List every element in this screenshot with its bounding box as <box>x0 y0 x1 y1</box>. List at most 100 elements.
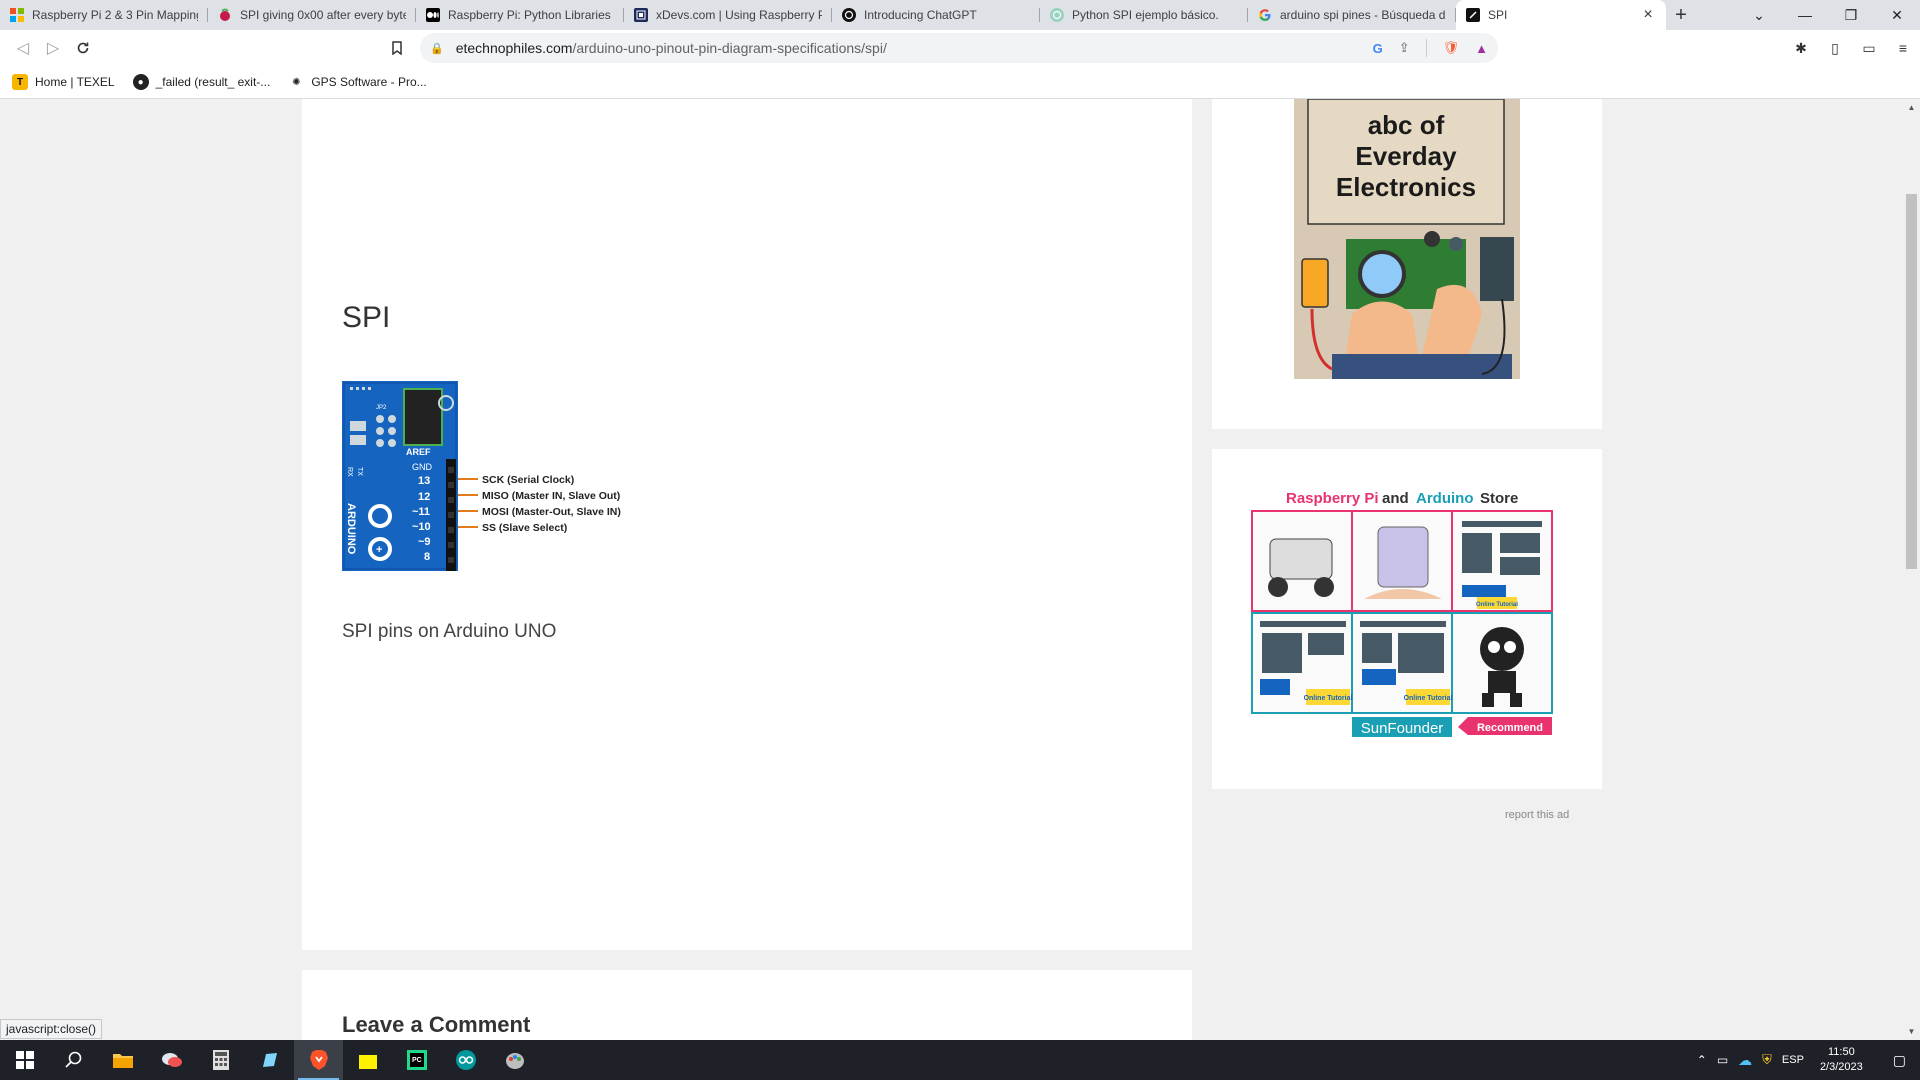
tab-search-icon[interactable]: ⌄ <box>1736 0 1782 30</box>
tray-chevron-icon[interactable]: ⌃ <box>1697 1053 1707 1067</box>
brave-shields-icon[interactable]: 🛡 <box>1443 40 1460 56</box>
windows-taskbar: PC ⌃ ▭ ☁ ⛨ ESP 11:50 2/3/2023 ▢ <box>0 1040 1920 1080</box>
ad2-title-arduino: Arduino <box>1416 490 1474 507</box>
defender-icon[interactable]: ⛨ <box>1762 1052 1772 1068</box>
back-button[interactable]: ◁ <box>8 33 38 63</box>
pen-tablet-icon <box>262 1053 277 1067</box>
pin-9-label: ~9 <box>418 536 431 548</box>
taskbar-sticky-notes[interactable] <box>343 1040 392 1080</box>
pin-8-label: 8 <box>424 551 430 563</box>
wallet-icon[interactable]: ▭ <box>1852 40 1886 57</box>
tab-raspberry-pin-mapping[interactable]: Raspberry Pi 2 & 3 Pin Mapping <box>0 0 208 30</box>
comment-section: Leave a Comment <box>302 970 1192 1040</box>
svg-text:+: + <box>376 544 382 556</box>
tab-title: SPI <box>1488 8 1508 22</box>
restore-button[interactable]: ❐ <box>1828 0 1874 30</box>
tab-spi-active[interactable]: SPI × <box>1456 0 1666 30</box>
close-window-button[interactable]: ✕ <box>1874 0 1920 30</box>
taskbar-app-2[interactable] <box>245 1040 294 1080</box>
search-icon <box>64 1051 81 1068</box>
raspberry-icon <box>218 8 232 22</box>
bookmark-home-texel[interactable]: T Home | TEXEL <box>12 74 115 90</box>
google-lens-icon[interactable]: G <box>1373 41 1383 56</box>
sidebar-icon[interactable]: ▯ <box>1818 40 1852 57</box>
taskbar-calculator[interactable] <box>196 1040 245 1080</box>
bookmark-gps-software[interactable]: ✺ GPS Software - Pro... <box>288 74 427 90</box>
share-icon[interactable]: ⇪ <box>1399 40 1410 56</box>
taskbar-brave[interactable] <box>294 1040 343 1080</box>
paint-palette-icon <box>505 1053 524 1069</box>
taskbar-app-1[interactable] <box>147 1040 196 1080</box>
page-scrollbar[interactable]: ▲ ▼ <box>1903 99 1920 1040</box>
article-card: SPI JP2 AREF GND 13 12 ~11 ~10 ~9 8 RX T… <box>302 99 1192 950</box>
pin-11-label: ~11 <box>412 506 430 518</box>
bookmarks-bar: T Home | TEXEL ● _failed (result_ exit-.… <box>0 66 1920 99</box>
pin-10-label: ~10 <box>412 521 431 533</box>
tab-title: Raspberry Pi 2 & 3 Pin Mapping <box>32 8 198 22</box>
new-tab-button[interactable]: + <box>1666 0 1696 30</box>
scroll-down-arrow-icon[interactable]: ▼ <box>1903 1027 1920 1036</box>
page-title: SPI <box>342 301 391 334</box>
board-gnd-label: GND <box>412 462 433 472</box>
taskbar-arduino[interactable] <box>441 1040 490 1080</box>
leave-comment-heading: Leave a Comment <box>342 1012 531 1037</box>
arduino-board-label: ARDUINO <box>345 503 357 555</box>
xdevs-icon <box>634 8 648 22</box>
clock[interactable]: 11:50 2/3/2023 <box>1814 1045 1869 1075</box>
spi-pin-diagram[interactable]: JP2 AREF GND 13 12 ~11 ~10 ~9 8 RX TX AR… <box>342 381 634 571</box>
brave-rewards-icon[interactable]: ▲ <box>1475 41 1488 56</box>
sidebar-ad-sunfounder[interactable]: Raspberry Pi and Arduino Store Online Tu… <box>1212 449 1602 789</box>
tab-google-search[interactable]: arduino spi pines - Búsqueda de <box>1248 0 1456 30</box>
notifications-icon[interactable]: ▢ <box>1879 1052 1920 1069</box>
gps-icon: ✺ <box>292 76 301 88</box>
meet-icon[interactable]: ▭ <box>1717 1053 1728 1067</box>
system-tray: ⌃ ▭ ☁ ⛨ ESP 11:50 2/3/2023 ▢ <box>1697 1040 1920 1080</box>
tab-xdevs[interactable]: xDevs.com | Using Raspberry Pi <box>624 0 832 30</box>
arduino-icon <box>455 1050 476 1070</box>
ad2-title-and: and <box>1382 490 1409 507</box>
ad2-title-store: Store <box>1480 490 1518 507</box>
lock-icon: 🔒 <box>430 42 444 55</box>
report-ad-link[interactable]: report this ad <box>1505 809 1569 821</box>
brave-icon <box>309 1050 328 1070</box>
clock-time: 11:50 <box>1827 1046 1855 1058</box>
language-indicator[interactable]: ESP <box>1782 1054 1804 1066</box>
reload-button[interactable] <box>68 33 98 63</box>
tab-introducing-chatgpt[interactable]: Introducing ChatGPT <box>832 0 1040 30</box>
ad2-tutorial-label-1: Online Tutorial <box>1304 695 1353 702</box>
scrollbar-thumb[interactable] <box>1906 194 1917 569</box>
folder-icon <box>112 1054 133 1068</box>
tab-python-libraries[interactable]: Raspberry Pi: Python Libraries fo <box>416 0 624 30</box>
svg-text:PC: PC <box>412 1057 422 1064</box>
minimize-button[interactable]: — <box>1782 0 1828 30</box>
start-button[interactable] <box>0 1040 49 1080</box>
url-host: etechnophiles.com <box>455 40 573 56</box>
taskbar-paint[interactable] <box>490 1040 539 1080</box>
address-bar[interactable]: 🔒 etechnophiles.com/arduino-uno-pinout-p… <box>420 33 1498 63</box>
miso-label: MISO (Master IN, Slave Out) <box>482 490 620 502</box>
medium-icon <box>426 8 440 22</box>
extensions-icon[interactable]: ✱ <box>1784 40 1818 57</box>
taskbar-pycharm[interactable]: PC <box>392 1040 441 1080</box>
tab-spi-giving-0x00[interactable]: SPI giving 0x00 after every byte <box>208 0 416 30</box>
forward-button[interactable]: ▷ <box>38 33 68 63</box>
menu-icon[interactable]: ≡ <box>1886 40 1920 56</box>
sidebar-ad-electronics[interactable]: abc of Everday Electronics <box>1212 99 1602 429</box>
etech-icon <box>1466 8 1480 22</box>
bookmark-page-button[interactable] <box>382 33 412 63</box>
taskbar-search-button[interactable] <box>49 1040 98 1080</box>
close-tab-icon[interactable]: × <box>1640 6 1656 24</box>
tab-title: xDevs.com | Using Raspberry Pi <box>656 8 822 22</box>
svg-text:JP2: JP2 <box>376 405 387 411</box>
ad2-recommend: Recommend <box>1477 722 1543 734</box>
tab-python-spi-ejemplo[interactable]: Python SPI ejemplo básico. <box>1040 0 1248 30</box>
bookmark-icon <box>392 41 402 55</box>
ad2-title-raspberry: Raspberry Pi <box>1286 490 1379 507</box>
chatgpt-icon <box>1050 8 1064 22</box>
taskbar-file-explorer[interactable] <box>98 1040 147 1080</box>
onedrive-icon[interactable]: ☁ <box>1738 1052 1752 1069</box>
reload-icon <box>77 42 89 54</box>
scroll-up-arrow-icon[interactable]: ▲ <box>1903 103 1920 112</box>
bookmark-failed-result[interactable]: ● _failed (result_ exit-... <box>132 74 270 90</box>
tab-title: Introducing ChatGPT <box>864 8 977 22</box>
